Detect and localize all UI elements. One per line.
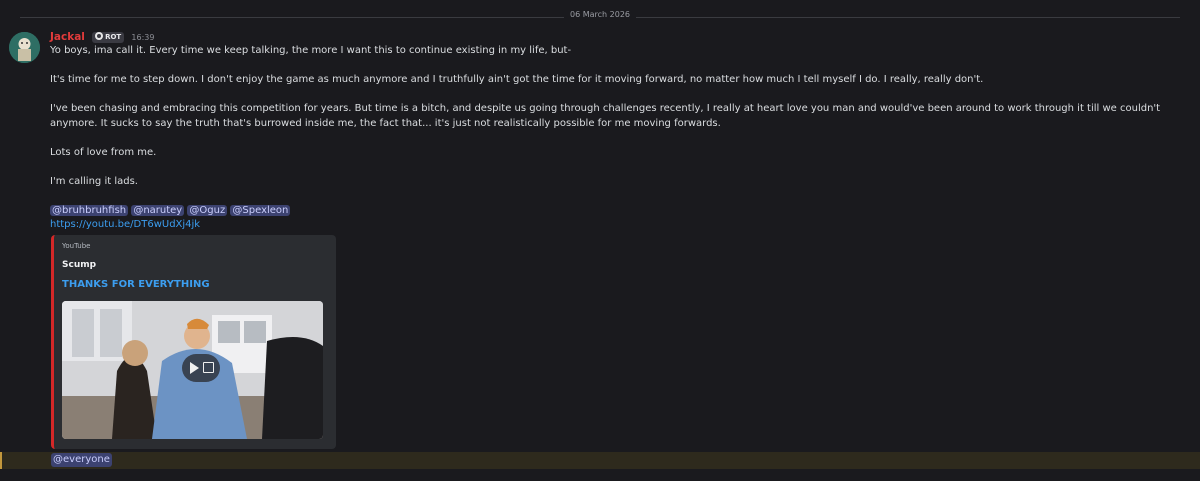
- open-external-icon: [203, 362, 214, 373]
- everyone-mention-row: @everyone: [0, 452, 1200, 469]
- play-icon: [190, 362, 199, 374]
- user-mention[interactable]: @bruhbruhfish: [50, 204, 129, 216]
- avatar[interactable]: [9, 32, 40, 63]
- youtube-link[interactable]: https://youtu.be/DT6wUdXj4jk: [50, 218, 1190, 232]
- message-paragraph: It's time for me to step down. I don't e…: [50, 74, 984, 85]
- message-paragraph: I've been chasing and embracing this com…: [50, 103, 1161, 129]
- everyone-mention[interactable]: @everyone: [51, 453, 112, 467]
- user-mention[interactable]: @Spexleon: [230, 204, 291, 216]
- video-thumbnail[interactable]: [62, 301, 323, 439]
- message-paragraph: I'm calling it lads.: [50, 175, 138, 187]
- message-paragraph: Lots of love from me.: [50, 146, 157, 158]
- user-mention[interactable]: @narutey: [131, 204, 185, 216]
- badge-label: ROT: [105, 33, 122, 41]
- message-paragraph: Yo boys, ima call it. Every time we keep…: [50, 45, 572, 56]
- embed-author[interactable]: Scump: [62, 260, 96, 270]
- user-mention[interactable]: @Oguz: [187, 204, 228, 216]
- mentions-line: @bruhbruhfish @narutey @Oguz @Spexleon: [50, 204, 1190, 219]
- embed-title[interactable]: THANKS FOR EVERYTHING: [62, 279, 210, 290]
- message-body: Yo boys, ima call it. Every time we keep…: [50, 44, 1190, 232]
- timestamp[interactable]: 16:39: [131, 33, 154, 42]
- divider-date: 06 March 2026: [563, 10, 637, 19]
- username[interactable]: Jackal: [50, 31, 85, 43]
- play-button[interactable]: [182, 354, 220, 382]
- youtube-embed: YouTube Scump THANKS FOR EVERYTHING: [51, 235, 336, 449]
- role-badge[interactable]: ROT: [92, 32, 125, 43]
- embed-provider[interactable]: YouTube: [62, 242, 90, 250]
- skull-icon: [95, 32, 104, 40]
